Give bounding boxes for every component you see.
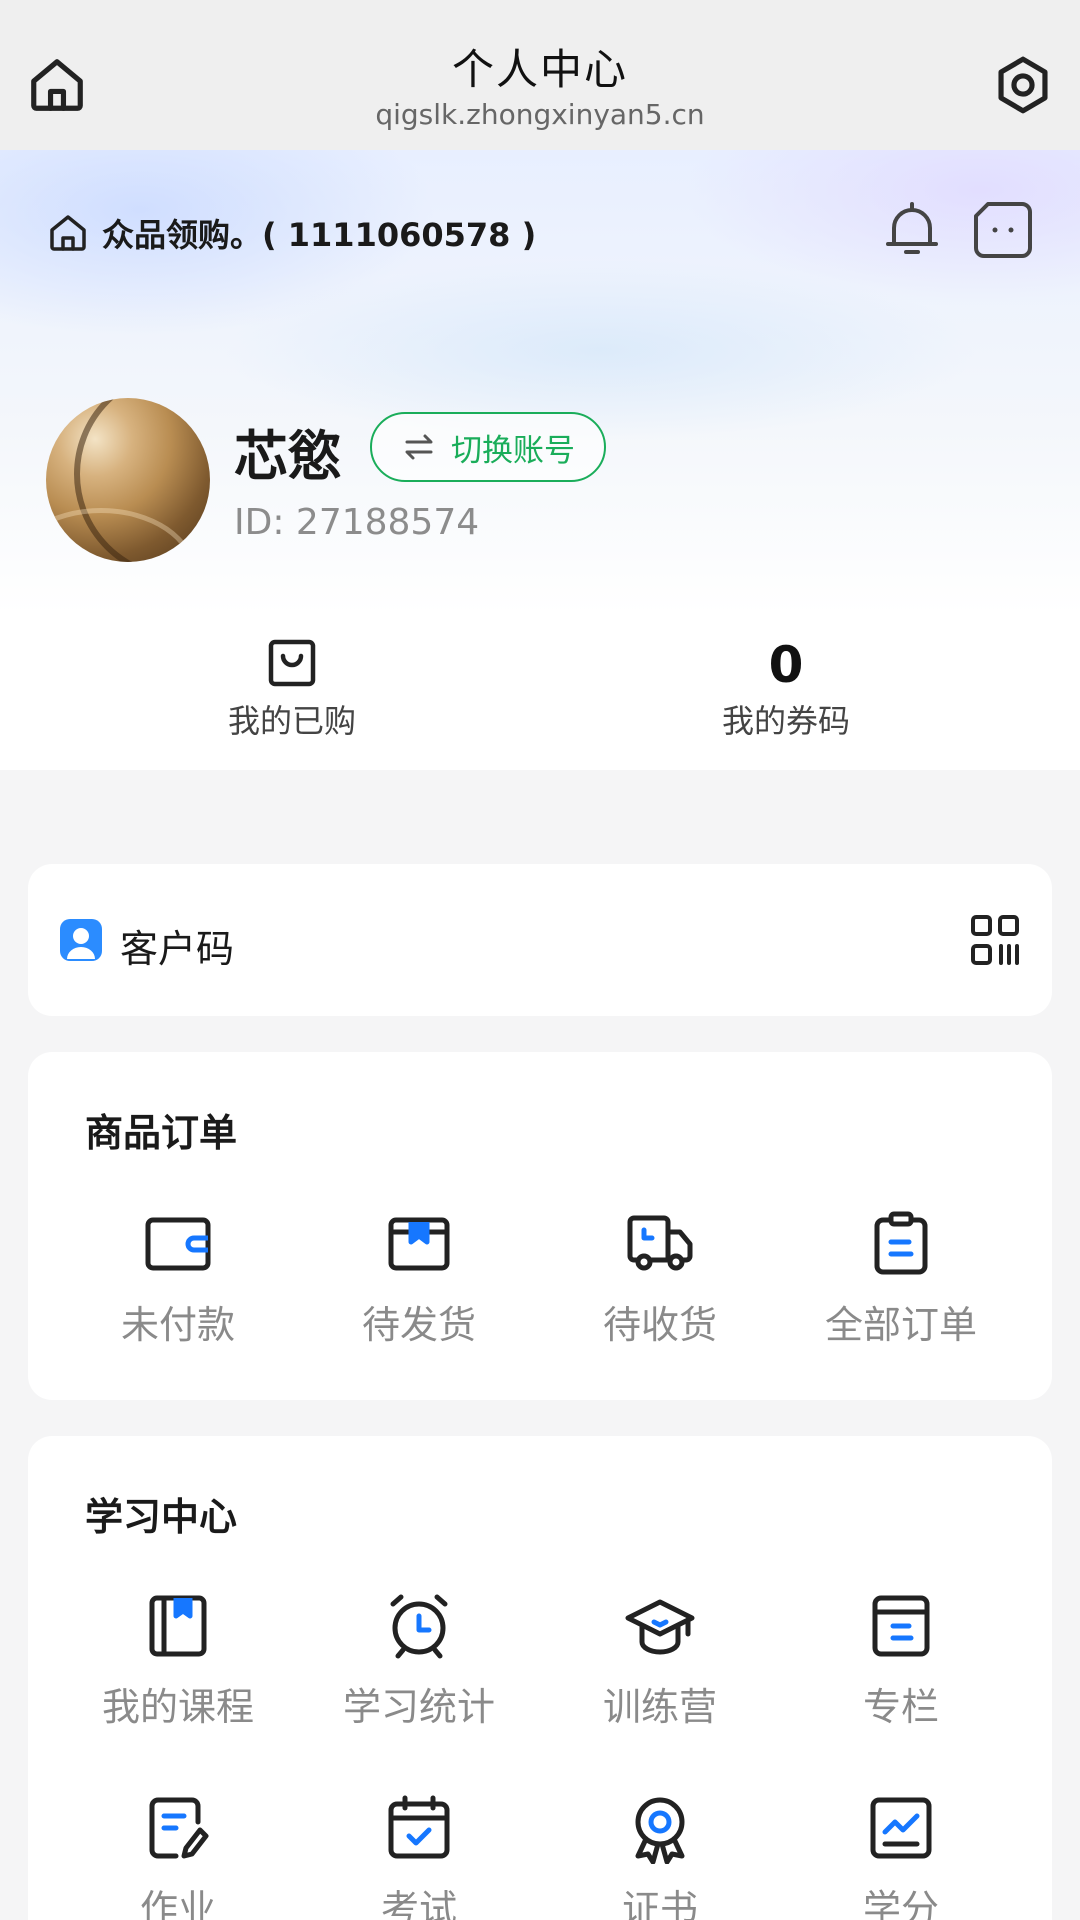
chart-icon bbox=[870, 1797, 932, 1859]
my-coupons-label: 我的券码 bbox=[721, 702, 850, 740]
qr-code-icon[interactable] bbox=[970, 914, 1020, 966]
order-to-ship[interactable]: 待发货 bbox=[309, 1208, 529, 1349]
username: 芯慾 bbox=[234, 425, 342, 488]
my-coupons[interactable]: 0 我的券码 bbox=[626, 636, 946, 742]
home-outline-icon bbox=[50, 215, 86, 251]
order-to-receive[interactable]: 待收货 bbox=[550, 1208, 770, 1349]
box-icon bbox=[388, 1217, 450, 1271]
shopping-bag-icon bbox=[268, 639, 316, 687]
study-bootcamp[interactable]: 训练营 bbox=[550, 1590, 770, 1731]
chat-icon[interactable] bbox=[972, 200, 1034, 260]
study-my-courses[interactable]: 我的课程 bbox=[68, 1590, 288, 1731]
order-unpaid[interactable]: 未付款 bbox=[68, 1208, 288, 1349]
order-all[interactable]: 全部订单 bbox=[791, 1208, 1011, 1349]
clipboard-icon bbox=[874, 1211, 928, 1275]
coupons-count: 0 bbox=[768, 636, 804, 694]
page-title: 个人中心 bbox=[451, 45, 628, 94]
switch-account-button[interactable]: 切换账号 bbox=[370, 412, 606, 482]
study-certificate[interactable]: 证书 bbox=[550, 1792, 770, 1920]
my-purchases[interactable]: 我的已购 bbox=[132, 636, 452, 742]
book-icon bbox=[149, 1595, 207, 1657]
customer-code-label: 客户码 bbox=[120, 927, 235, 971]
avatar[interactable] bbox=[46, 398, 210, 562]
gear-icon[interactable] bbox=[992, 54, 1054, 116]
top-bar: 个人中心 qigslk.zhongxinyan5.cn bbox=[0, 0, 1080, 150]
graduation-cap-icon bbox=[625, 1599, 695, 1655]
truck-icon bbox=[627, 1215, 693, 1271]
user-id: ID: 27188574 bbox=[234, 502, 480, 543]
swap-icon bbox=[405, 434, 433, 460]
study-center-card: 学习中心 我的课程 学习统计 训练营 专栏 作业 考试 证书 学分 bbox=[28, 1436, 1052, 1920]
certificate-icon bbox=[635, 1797, 685, 1864]
switch-account-label: 切换账号 bbox=[451, 432, 575, 469]
page-url: qigslk.zhongxinyan5.cn bbox=[375, 98, 705, 131]
customer-code-card[interactable]: 客户码 bbox=[28, 864, 1052, 1016]
calendar-check-icon bbox=[388, 1795, 450, 1859]
column-icon bbox=[872, 1595, 930, 1657]
study-exam[interactable]: 考试 bbox=[309, 1792, 529, 1920]
homework-icon bbox=[149, 1797, 209, 1859]
person-badge-icon bbox=[60, 919, 102, 961]
orders-card: 商品订单 未付款 待发货 待收货 全部订单 bbox=[28, 1052, 1052, 1400]
shop-name: 众品领购。( 1111060578 ) bbox=[102, 216, 537, 254]
profile-header: 众品领购。( 1111060578 ) 芯慾 切换账号 ID: 27188574… bbox=[0, 150, 1080, 770]
alarm-clock-icon bbox=[390, 1594, 448, 1659]
wallet-icon bbox=[145, 1217, 211, 1271]
study-column[interactable]: 专栏 bbox=[791, 1590, 1011, 1731]
bell-icon[interactable] bbox=[880, 198, 944, 262]
shop-info[interactable]: 众品领购。( 1111060578 ) bbox=[46, 208, 536, 258]
study-credits[interactable]: 学分 bbox=[791, 1792, 1011, 1920]
my-purchases-label: 我的已购 bbox=[227, 702, 356, 740]
study-title: 学习中心 bbox=[85, 1495, 238, 1539]
study-statistics[interactable]: 学习统计 bbox=[309, 1590, 529, 1731]
orders-title: 商品订单 bbox=[85, 1111, 238, 1155]
study-homework[interactable]: 作业 bbox=[68, 1792, 288, 1920]
